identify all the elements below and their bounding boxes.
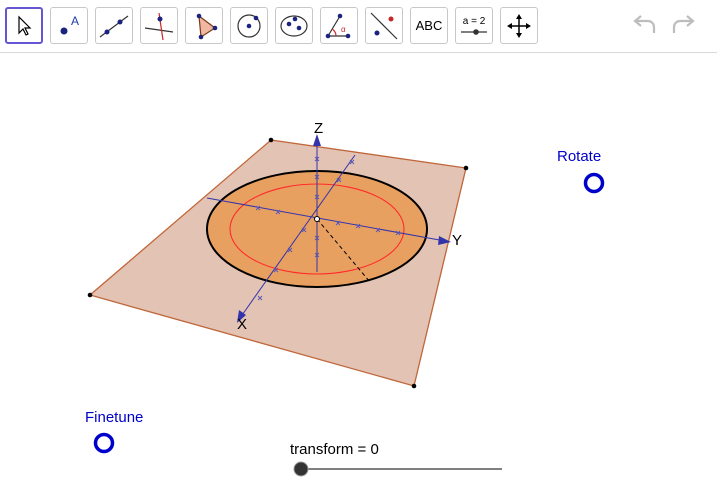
origin-point[interactable] xyxy=(314,216,320,222)
plane-corner-point[interactable] xyxy=(87,292,93,298)
polygon-icon xyxy=(196,13,218,39)
plane-corner-point[interactable] xyxy=(411,383,417,389)
graphics-view[interactable]: Z Y X Rotate Finetune transform = 0 xyxy=(0,53,717,499)
undo-icon[interactable] xyxy=(630,13,660,39)
slider-tool[interactable]: a = 2 xyxy=(455,7,493,44)
plane-corner-point[interactable] xyxy=(463,165,469,171)
perpendicular-line-tool[interactable] xyxy=(140,7,178,44)
move-tool[interactable] xyxy=(5,7,43,44)
angle-tool-label: α xyxy=(341,25,346,34)
polygon-tool[interactable] xyxy=(185,7,223,44)
toolbar: A α ABC a = 2 xyxy=(0,0,717,53)
redo-icon[interactable] xyxy=(668,13,698,39)
finetune-control-point[interactable] xyxy=(93,432,115,454)
circle-tool[interactable] xyxy=(230,7,268,44)
perpendicular-line-icon xyxy=(144,12,174,40)
move-view-arrows-icon xyxy=(507,13,531,38)
line-through-two-points-icon xyxy=(99,15,129,37)
ellipse-icon xyxy=(280,14,308,37)
rotate-label: Rotate xyxy=(557,148,601,165)
slider-tool-label: a = 2 xyxy=(463,16,486,27)
angle-icon: α xyxy=(325,13,351,38)
point-tool[interactable]: A xyxy=(50,7,88,44)
transform-slider-thumb[interactable] xyxy=(293,461,309,477)
x-axis-label: X xyxy=(237,316,247,333)
y-axis-label: Y xyxy=(452,232,462,249)
move-graphics-view-tool[interactable] xyxy=(500,7,538,44)
conic-tool[interactable] xyxy=(275,7,313,44)
point-tool-label: A xyxy=(71,14,79,28)
line-tool[interactable] xyxy=(95,7,133,44)
circle-center-point-icon xyxy=(237,13,261,38)
transform-slider-label: transform = 0 xyxy=(290,441,379,458)
point-icon: A xyxy=(60,14,79,34)
rotate-control-point[interactable] xyxy=(583,172,605,194)
finetune-label: Finetune xyxy=(85,409,143,426)
plane-corner-point[interactable] xyxy=(268,137,274,143)
angle-tool[interactable]: α xyxy=(320,7,358,44)
pointer-arrow-icon xyxy=(18,15,32,36)
slider-icon: a = 2 xyxy=(461,16,487,35)
text-tool[interactable]: ABC xyxy=(410,7,448,44)
reflect-about-line-icon xyxy=(370,12,398,39)
z-axis-label: Z xyxy=(314,120,323,137)
reflect-tool[interactable] xyxy=(365,7,403,44)
text-icon: ABC xyxy=(415,18,443,33)
